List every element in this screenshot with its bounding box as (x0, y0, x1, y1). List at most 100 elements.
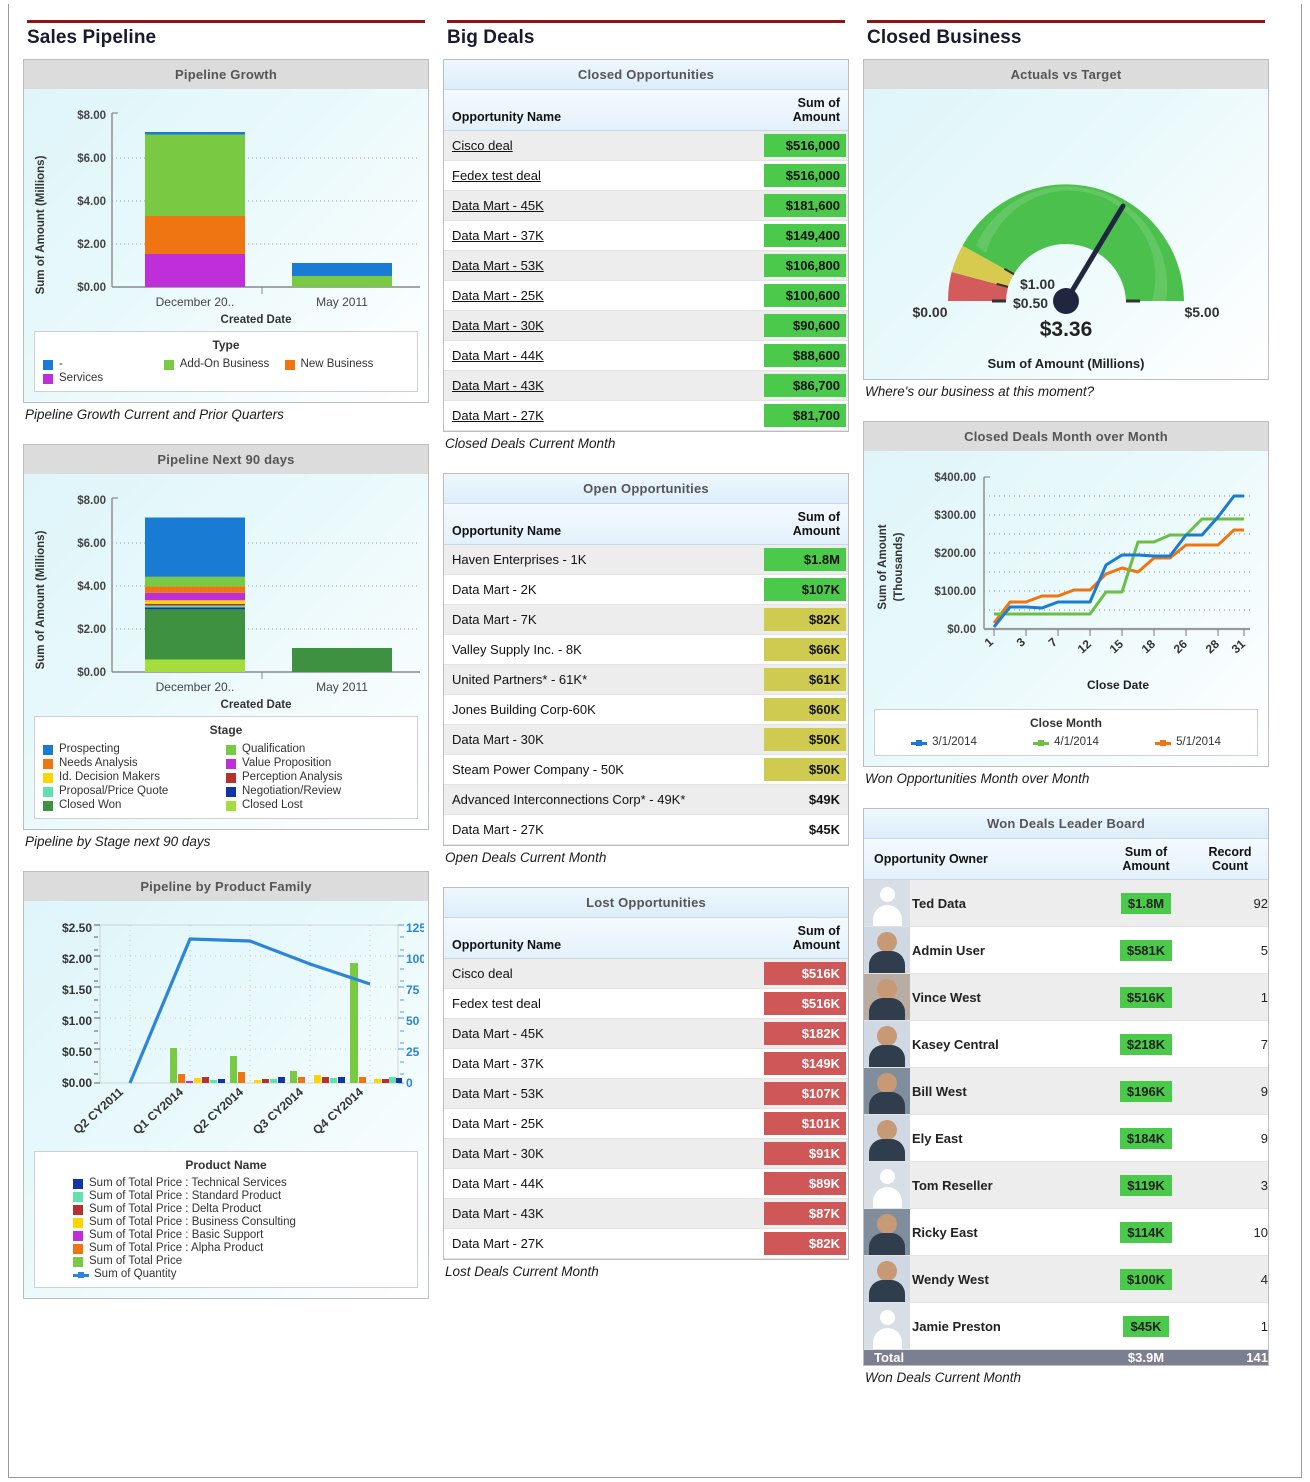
closed-opps-header: Closed Opportunities (444, 60, 848, 90)
gauge-break2-label: $1.00 (1020, 276, 1055, 292)
svg-text:75: 75 (406, 983, 420, 997)
cell-opportunity-name[interactable]: Data Mart - 37K (444, 221, 762, 251)
legend-label: Id. Decision Makers (59, 771, 160, 783)
column-sales-pipeline: Sales Pipeline Pipeline Growth Sum of Am… (23, 14, 429, 1407)
dashboard-columns: Sales Pipeline Pipeline Growth Sum of Am… (9, 4, 1301, 1407)
svg-text:Close Date: Close Date (1087, 678, 1149, 692)
col-sum-of-amount[interactable]: Sum of Amount (1100, 839, 1192, 880)
amount-badge: $516K (1120, 987, 1172, 1008)
col-opportunity-owner[interactable]: Opportunity Owner (864, 839, 1100, 880)
cell-opportunity-name: Data Mart - 30K (444, 725, 762, 755)
svg-text:$0.00: $0.00 (77, 667, 106, 679)
opportunity-link[interactable]: Cisco deal (452, 138, 513, 153)
pipeline-next90-legend: Stage Prospecting Qualification Needs An… (34, 716, 418, 819)
pipeline-product-legend: Product Name Sum of Total Price : Techni… (34, 1151, 418, 1288)
leaderboard-total-row: Total$3.9M141 (864, 1350, 1268, 1366)
cell-avatar (864, 1162, 912, 1209)
amount-value: $149,400 (764, 224, 846, 247)
table-row: Data Mart - 45K$181,600 (444, 191, 848, 221)
pipeline-growth-svg: Sum of Amount (Millions) $8.00 $6.00 $4.… (28, 95, 424, 327)
cell-opportunity-name[interactable]: Fedex test deal (444, 161, 762, 191)
opportunity-link[interactable]: Data Mart - 37K (452, 228, 544, 243)
legend-label: Sum of Total Price : Basic Support (89, 1229, 263, 1241)
amount-value: $516,000 (764, 164, 846, 187)
pipeline-next90-chart: Sum of Amount (Millions) $8.00 $6.00 $4.… (24, 474, 428, 829)
cell-sum-of-amount: $87K (762, 1199, 848, 1229)
amount-value: $86,700 (764, 374, 846, 397)
table-row: Haven Enterprises - 1K$1.8M (444, 545, 848, 575)
cell-opportunity-name: United Partners* - 61K* (444, 665, 762, 695)
cell-avatar (864, 974, 912, 1021)
cell-opportunity-name[interactable]: Data Mart - 44K (444, 341, 762, 371)
cell-sum-of-amount: $91K (762, 1139, 848, 1169)
pipeline-growth-legend: Type - Add-On Business New Business (34, 331, 418, 392)
cell-opportunity-name[interactable]: Data Mart - 53K (444, 251, 762, 281)
legend-item-basic-support: Sum of Total Price : Basic Support (73, 1229, 409, 1241)
svg-text:50: 50 (406, 1014, 420, 1028)
table-row: Cisco deal$516,000 (444, 131, 848, 161)
legend-line-icon (1033, 742, 1049, 745)
cell-opportunity-owner: Kasey Central (912, 1021, 1100, 1068)
legend-label: Add-On Business (180, 358, 270, 370)
col-sum-of-amount[interactable]: Sum of Amount (762, 90, 848, 131)
col-record-count[interactable]: Record Count (1192, 839, 1268, 880)
cell-avatar (864, 1209, 912, 1256)
opportunity-link[interactable]: Fedex test deal (452, 168, 541, 183)
opportunity-link[interactable]: Data Mart - 25K (452, 288, 544, 303)
column-title-sales-pipeline: Sales Pipeline (23, 27, 429, 59)
col-sum-of-amount[interactable]: Sum of Amount (762, 918, 848, 959)
opportunity-link[interactable]: Data Mart - 27K (452, 408, 544, 423)
cell-opportunity-name: Jones Building Corp-60K (444, 695, 762, 725)
cell-opportunity-name[interactable]: Cisco deal (444, 131, 762, 161)
cell-opportunity-name[interactable]: Data Mart - 45K (444, 191, 762, 221)
col-opportunity-name[interactable]: Opportunity Name (444, 90, 762, 131)
pipeline-product-chart: $2.50 $2.00 $1.50 $1.00 $0.50 $0.00 125 … (24, 901, 428, 1298)
cell-opportunity-name[interactable]: Data Mart - 25K (444, 281, 762, 311)
amount-value: $91K (764, 1142, 846, 1165)
cell-avatar (864, 1068, 912, 1115)
pipeline-next90-header: Pipeline Next 90 days (24, 445, 428, 474)
legend-item-dash: - (43, 358, 164, 370)
col-amount-line1: Sum of (798, 510, 840, 524)
table-header-row: Opportunity Name Sum of Amount (444, 90, 848, 131)
column-title-closed-business: Closed Business (863, 27, 1269, 59)
svg-text:December 20..: December 20.. (156, 680, 235, 694)
legend-item-3-1-2014: 3/1/2014 (911, 736, 977, 748)
cell-opportunity-name: Haven Enterprises - 1K (444, 545, 762, 575)
legend-item-5-1-2014: 5/1/2014 (1155, 736, 1221, 748)
svg-text:Q3 CY2014: Q3 CY2014 (250, 1085, 306, 1138)
opportunity-link[interactable]: Data Mart - 45K (452, 198, 544, 213)
cell-opportunity-name[interactable]: Data Mart - 43K (444, 371, 762, 401)
amount-value: $1.8M (764, 548, 846, 571)
opportunity-link[interactable]: Data Mart - 30K (452, 318, 544, 333)
column-closed-business: Closed Business Actuals vs Target (863, 14, 1269, 1407)
cell-record-count: 10 (1192, 1209, 1268, 1256)
opportunity-link[interactable]: Data Mart - 43K (452, 378, 544, 393)
col-opportunity-name[interactable]: Opportunity Name (444, 504, 762, 545)
component-open-opportunities: Open Opportunities Opportunity Name Sum … (443, 473, 849, 846)
cell-opportunity-name[interactable]: Data Mart - 27K (444, 401, 762, 431)
svg-text:(Thousands): (Thousands) (893, 532, 905, 601)
legend-line-icon (73, 1274, 89, 1277)
amount-badge: $196K (1120, 1081, 1172, 1102)
legend-label: Sum of Total Price : Standard Product (89, 1190, 281, 1202)
legend-item-new-business: New Business (285, 358, 406, 370)
cell-opportunity-name[interactable]: Data Mart - 30K (444, 311, 762, 341)
leaderboard-row: Ely East$184K9 (864, 1115, 1268, 1162)
opportunity-link[interactable]: Data Mart - 53K (452, 258, 544, 273)
cell-sum-of-amount: $61K (762, 665, 848, 695)
legend-item-qualification: Qualification (226, 743, 409, 755)
avatar (864, 880, 910, 926)
cell-record-count: 9 (1192, 1115, 1268, 1162)
leaderboard-row: Ricky East$114K10 (864, 1209, 1268, 1256)
amount-badge: $45K (1123, 1316, 1168, 1337)
svg-text:December 20..: December 20.. (156, 295, 235, 309)
legend-swatch-icon (226, 787, 236, 797)
col-sum-of-amount[interactable]: Sum of Amount (762, 504, 848, 545)
legend-title: Product Name (43, 1158, 409, 1172)
col-opportunity-name[interactable]: Opportunity Name (444, 918, 762, 959)
cell-opportunity-owner: Ted Data (912, 880, 1100, 927)
legend-label: Needs Analysis (59, 757, 138, 769)
opportunity-link[interactable]: Data Mart - 44K (452, 348, 544, 363)
avatar (864, 1256, 910, 1302)
